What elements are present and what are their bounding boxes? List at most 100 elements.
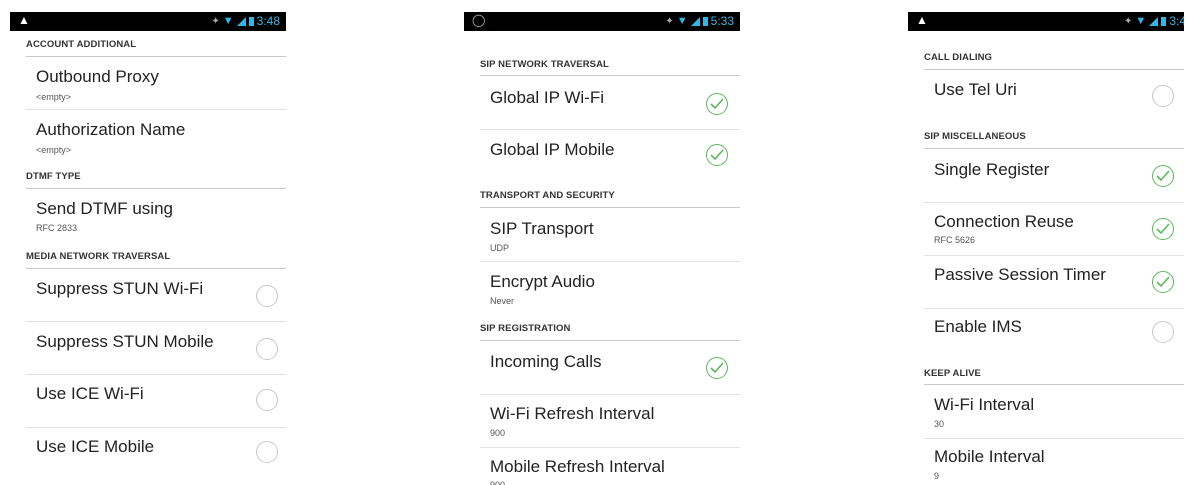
pref-title: Global IP Wi-Fi xyxy=(490,88,604,107)
section-header-dtmf-type: DTMF TYPE xyxy=(26,171,81,182)
pref-title: Global IP Mobile xyxy=(490,140,615,159)
status-bar: ▲ ✦ ▼ 3:4 xyxy=(908,12,1184,31)
signal-icon xyxy=(236,16,246,26)
pref-summary: RFC 5626 xyxy=(934,235,976,245)
pref-outbound-proxy[interactable]: Outbound Proxy <empty> xyxy=(26,57,286,110)
android-icon: ◯ xyxy=(472,13,486,27)
pref-mobile-interval[interactable]: Mobile Interval 9 xyxy=(924,439,1184,485)
wifi-icon: ▼ xyxy=(222,15,234,27)
pref-use-tel-uri[interactable]: Use Tel Uri xyxy=(924,70,1184,122)
checkbox-unchecked[interactable] xyxy=(256,285,278,307)
pref-title: Use ICE Wi-Fi xyxy=(36,384,144,403)
section-header-account-additional: ACCOUNT ADDITIONAL xyxy=(26,39,137,50)
pref-title: Single Register xyxy=(934,160,1050,179)
settings-screen-3: ▲ ✦ ▼ 3:4 CALL DIALING Use Tel Uri SIP M… xyxy=(908,0,1184,485)
check-icon xyxy=(1156,276,1170,288)
pref-title: Mobile Refresh Interval xyxy=(490,457,665,476)
pref-enable-ims[interactable]: Enable IMS xyxy=(924,309,1184,361)
check-icon xyxy=(1156,170,1170,182)
pref-summary: <empty> xyxy=(36,92,72,102)
clock: 5:33 xyxy=(710,14,734,28)
battery-icon xyxy=(248,16,254,26)
pref-title: Send DTMF using xyxy=(36,199,173,218)
section-header-call-dialing: CALL DIALING xyxy=(924,52,993,63)
pref-summary: RFC 2833 xyxy=(36,223,78,233)
clock: 3:4 xyxy=(1169,14,1184,28)
signal-icon xyxy=(1149,16,1159,26)
check-icon xyxy=(710,98,724,110)
pref-encrypt-audio[interactable]: Encrypt Audio Never xyxy=(480,262,740,314)
pref-summary: <empty> xyxy=(36,145,72,155)
pref-send-dtmf-using[interactable]: Send DTMF using RFC 2833 xyxy=(26,189,286,241)
check-icon xyxy=(710,149,724,161)
section-header-sip-registration: SIP REGISTRATION xyxy=(480,323,571,334)
checkbox-unchecked[interactable] xyxy=(256,441,278,463)
section-header-media-network-traversal: MEDIA NETWORK TRAVERSAL xyxy=(26,251,171,262)
pref-use-ice-wifi[interactable]: Use ICE Wi-Fi xyxy=(26,375,286,428)
pref-suppress-stun-mobile[interactable]: Suppress STUN Mobile xyxy=(26,322,286,375)
status-bar: ◯ ✦ ▼ 5:33 xyxy=(464,12,740,31)
status-icons: ✦ ▼ 3:4 xyxy=(1124,14,1184,28)
pref-connection-reuse[interactable]: Connection Reuse RFC 5626 xyxy=(924,203,1184,256)
checkbox-checked[interactable] xyxy=(706,93,728,115)
pref-title: Suppress STUN Wi-Fi xyxy=(36,279,204,298)
pref-summary: Never xyxy=(490,296,515,306)
pref-title: Encrypt Audio xyxy=(490,272,595,291)
pref-use-ice-mobile[interactable]: Use ICE Mobile xyxy=(26,428,286,480)
signal-icon xyxy=(690,16,700,26)
status-bar: ▲ ✦ ▼ 3:48 xyxy=(10,12,286,31)
battery-icon xyxy=(1161,16,1167,26)
pref-title: Suppress STUN Mobile xyxy=(36,332,214,351)
pref-title: Wi-Fi Refresh Interval xyxy=(490,404,655,423)
pref-title: Wi-Fi Interval xyxy=(934,395,1035,414)
pref-wifi-refresh-interval[interactable]: Wi-Fi Refresh Interval 900 xyxy=(480,395,740,448)
pref-title: Incoming Calls xyxy=(490,352,602,371)
no-signal-icon: ✦ xyxy=(1124,15,1133,27)
pref-authorization-name[interactable]: Authorization Name <empty> xyxy=(26,110,286,162)
pref-wifi-interval[interactable]: Wi-Fi Interval 30 xyxy=(924,385,1184,439)
pref-title: Authorization Name xyxy=(36,120,186,139)
checkbox-unchecked[interactable] xyxy=(256,389,278,411)
wifi-icon: ▼ xyxy=(1135,15,1147,27)
no-signal-icon: ✦ xyxy=(665,15,674,27)
checkbox-checked[interactable] xyxy=(1152,218,1174,240)
pref-title: Enable IMS xyxy=(934,317,1022,336)
checkbox-checked[interactable] xyxy=(1152,271,1174,293)
pref-mobile-refresh-interval[interactable]: Mobile Refresh Interval 900 xyxy=(480,448,740,485)
status-icons: ✦ ▼ 3:48 xyxy=(211,14,280,28)
pref-single-register[interactable]: Single Register xyxy=(924,149,1184,203)
pref-summary: 900 xyxy=(490,428,506,438)
pref-passive-session-timer[interactable]: Passive Session Timer xyxy=(924,256,1184,309)
status-icons: ✦ ▼ 5:33 xyxy=(665,14,734,28)
pref-summary: 9 xyxy=(934,471,940,481)
pref-title: Connection Reuse xyxy=(934,212,1074,231)
check-icon xyxy=(710,362,724,374)
pref-global-ip-wifi[interactable]: Global IP Wi-Fi xyxy=(480,76,740,130)
settings-screen-2: ◯ ✦ ▼ 5:33 SIP NETWORK TRAVERSAL Global … xyxy=(464,0,740,485)
pref-title: Use ICE Mobile xyxy=(36,437,155,456)
pref-title: Passive Session Timer xyxy=(934,265,1106,284)
warning-icon: ▲ xyxy=(18,13,30,27)
battery-icon xyxy=(702,16,708,26)
section-header-sip-network-traversal: SIP NETWORK TRAVERSAL xyxy=(480,59,609,70)
pref-global-ip-mobile[interactable]: Global IP Mobile xyxy=(480,130,740,182)
checkbox-checked[interactable] xyxy=(706,144,728,166)
checkbox-checked[interactable] xyxy=(1152,165,1174,187)
wifi-icon: ▼ xyxy=(676,15,688,27)
section-header-keep-alive: KEEP ALIVE xyxy=(924,368,981,379)
checkbox-unchecked[interactable] xyxy=(256,338,278,360)
pref-summary: 900 xyxy=(490,480,506,485)
pref-title: Mobile Interval xyxy=(934,447,1045,466)
pref-sip-transport[interactable]: SIP Transport UDP xyxy=(480,208,740,262)
clock: 3:48 xyxy=(256,14,280,28)
section-header-sip-miscellaneous: SIP MISCELLANEOUS xyxy=(924,131,1026,142)
warning-icon: ▲ xyxy=(916,13,928,27)
checkbox-unchecked[interactable] xyxy=(1152,85,1174,107)
pref-incoming-calls[interactable]: Incoming Calls xyxy=(480,341,740,395)
pref-title: Use Tel Uri xyxy=(934,80,1017,99)
checkbox-unchecked[interactable] xyxy=(1152,321,1174,343)
check-icon xyxy=(1156,223,1170,235)
pref-suppress-stun-wifi[interactable]: Suppress STUN Wi-Fi xyxy=(26,269,286,322)
settings-screen-1: ▲ ✦ ▼ 3:48 ACCOUNT ADDITIONAL Outbound P… xyxy=(10,0,286,485)
checkbox-checked[interactable] xyxy=(706,357,728,379)
